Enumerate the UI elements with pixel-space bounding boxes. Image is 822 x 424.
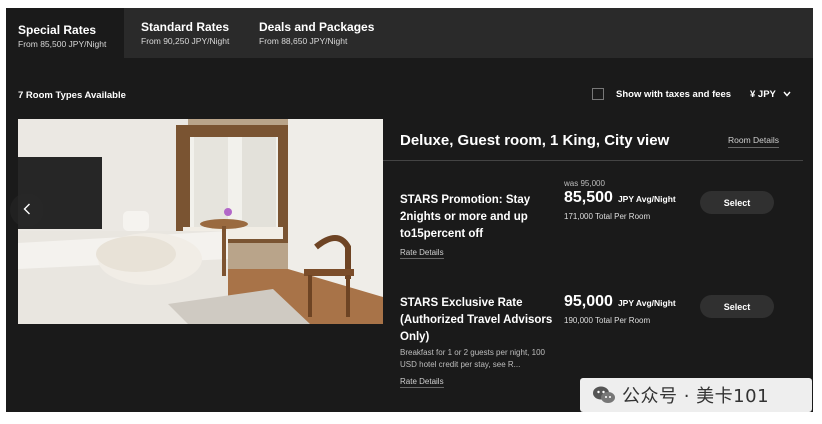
tab-subtitle: From 85,500 JPY/Night: [18, 39, 107, 49]
tab-subtitle: From 88,650 JPY/Night: [259, 36, 348, 46]
rate-name: STARS Promotion: Stay 2nights or more an…: [400, 194, 531, 240]
rates-panel: Special Rates From 85,500 JPY/Night Stan…: [6, 8, 813, 412]
rate-price: 85,500: [564, 189, 613, 206]
wechat-icon: [592, 385, 616, 405]
room-details-link[interactable]: Room Details: [728, 135, 780, 148]
total-price: 190,000 Total Per Room: [564, 316, 651, 325]
price-line: 95,000 JPY Avg/Night: [564, 293, 676, 311]
watermark: 公众号 · 美卡101: [580, 378, 812, 412]
select-button[interactable]: Select: [700, 191, 774, 214]
divider: [383, 160, 803, 161]
carousel-prev-button[interactable]: [10, 193, 44, 227]
rate-tabs: Special Rates From 85,500 JPY/Night Stan…: [6, 8, 813, 58]
rate-description: Breakfast for 1 or 2 guests per night, 1…: [400, 348, 545, 369]
tab-title: Special Rates: [18, 23, 97, 37]
rate-details-link[interactable]: Rate Details: [400, 248, 444, 259]
watermark-text: 公众号 · 美卡101: [622, 386, 770, 407]
tab-special-rates[interactable]: Special Rates From 85,500 JPY/Night: [6, 8, 124, 58]
taxes-checkbox[interactable]: [592, 88, 604, 100]
tab-title: Standard Rates: [141, 20, 230, 34]
currency-selector[interactable]: ¥ JPY: [750, 89, 791, 100]
rate-name: STARS Exclusive Rate (Authorized Travel …: [400, 297, 553, 343]
tab-standard-rates[interactable]: Standard Rates From 90,250 JPY/Night: [124, 8, 248, 58]
price-line: 85,500 JPY Avg/Night: [564, 189, 676, 207]
currency-label: ¥ JPY: [750, 89, 776, 100]
was-price: was 95,000: [564, 179, 605, 188]
price-unit: JPY Avg/Night: [617, 298, 676, 308]
chevron-down-icon: [783, 90, 791, 99]
room-title: Deluxe, Guest room, 1 King, City view: [400, 132, 670, 149]
total-price: 171,000 Total Per Room: [564, 212, 651, 221]
select-button[interactable]: Select: [700, 295, 774, 318]
taxes-label: Show with taxes and fees: [616, 88, 732, 100]
tab-deals-and-packages[interactable]: Deals and Packages From 88,650 JPY/Night: [248, 8, 398, 58]
rate-price: 95,000: [564, 293, 613, 310]
room-photo: [18, 119, 383, 324]
price-unit: JPY Avg/Night: [617, 194, 676, 204]
tab-subtitle: From 90,250 JPY/Night: [141, 36, 230, 46]
chevron-left-icon: [23, 202, 31, 219]
tab-title: Deals and Packages: [259, 20, 375, 34]
room-type-count: 7 Room Types Available: [18, 90, 126, 101]
taxes-toggle[interactable]: Show with taxes and fees: [592, 88, 731, 100]
rate-details-link[interactable]: Rate Details: [400, 377, 444, 388]
